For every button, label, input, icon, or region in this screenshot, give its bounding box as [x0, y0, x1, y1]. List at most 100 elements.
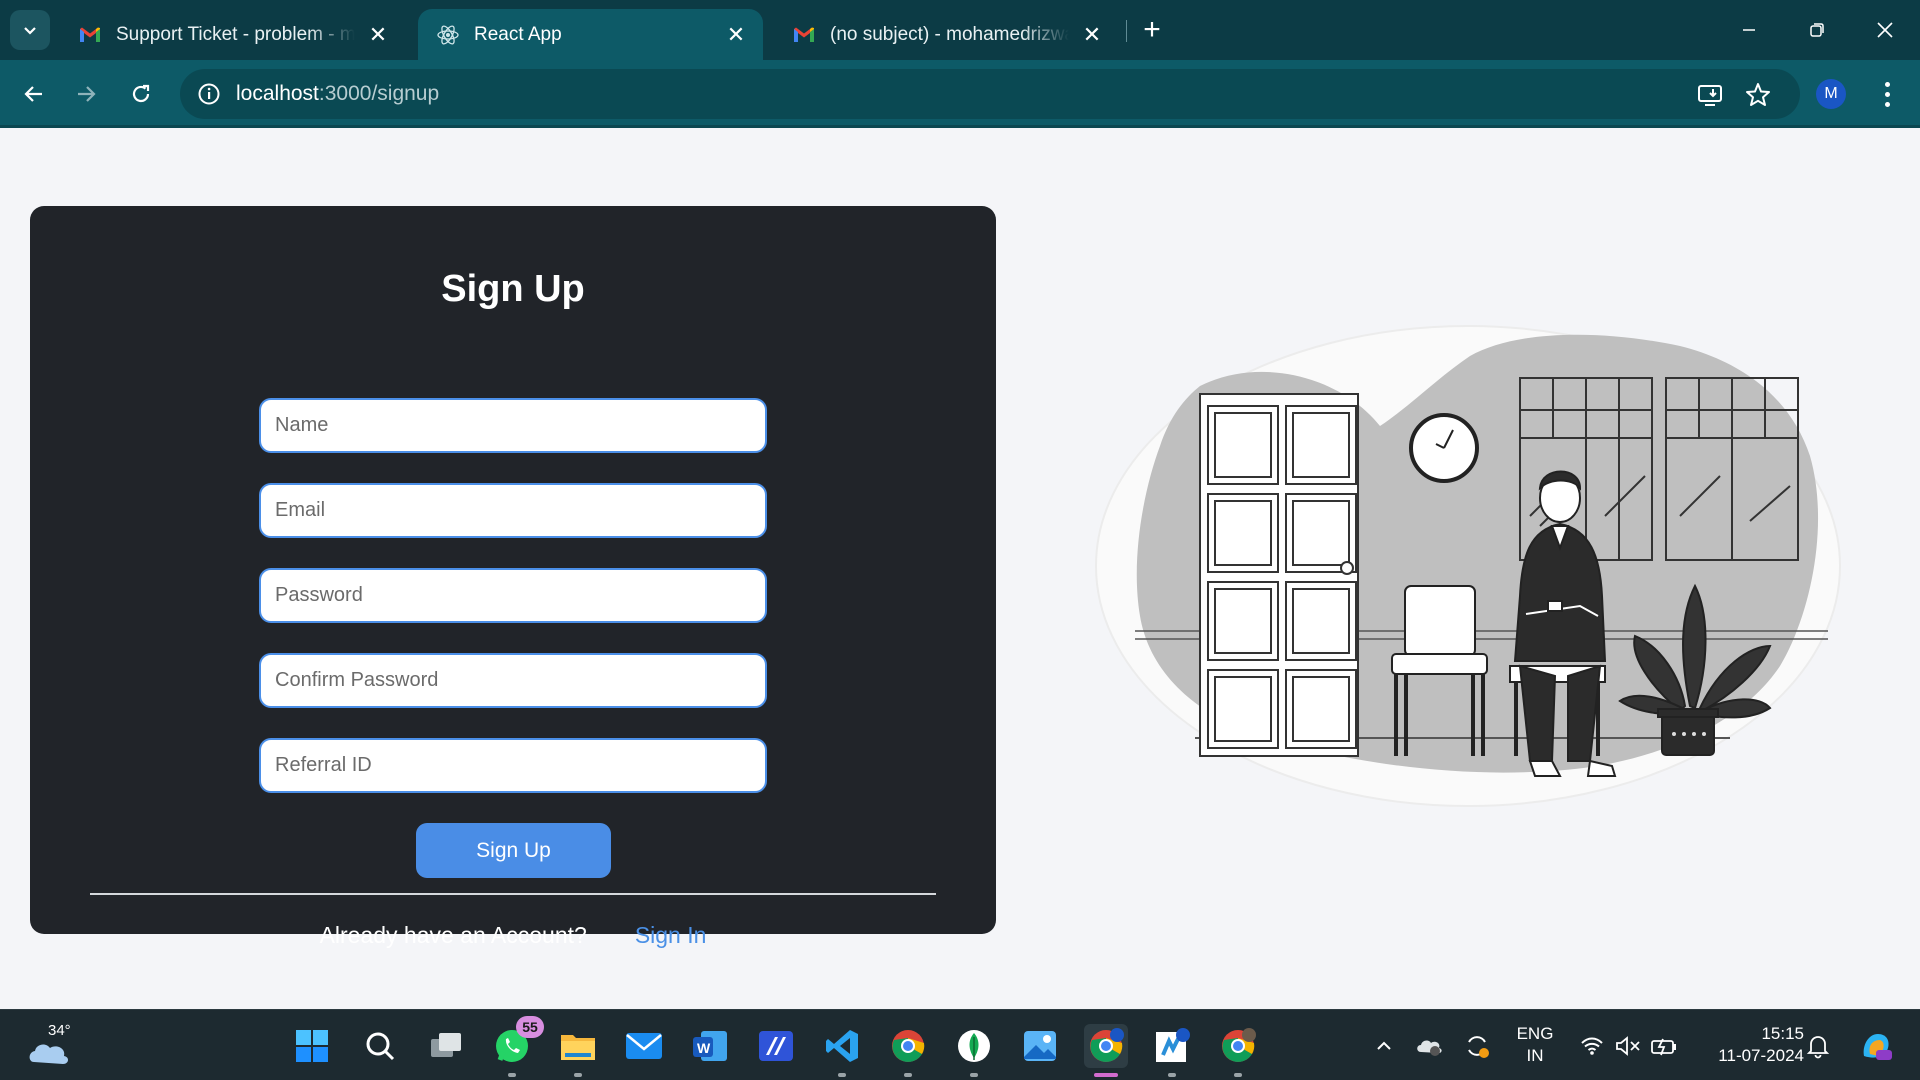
tab-search-button[interactable] [10, 10, 50, 50]
whatsapp-app[interactable]: 55 [490, 1016, 544, 1077]
browser-tab-strip: Support Ticket - problem - mohamedrizwan… [0, 0, 1920, 60]
sign-in-link[interactable]: Sign In [635, 922, 707, 949]
running-indicator [970, 1073, 978, 1077]
tab-title: (no subject) - mohamedrizwann [830, 23, 1069, 45]
notification-badge: 55 [516, 1016, 544, 1038]
running-indicator [1234, 1073, 1242, 1077]
arrow-right-icon [78, 86, 96, 102]
app-icon [1156, 1028, 1190, 1062]
battery-tray[interactable] [1650, 1032, 1678, 1060]
reload-button[interactable] [121, 74, 161, 114]
chrome-icon [1222, 1028, 1256, 1062]
refresh-sync-icon [1468, 1036, 1489, 1058]
chrome-icon [892, 1030, 925, 1062]
install-app-icon[interactable] [1696, 81, 1724, 109]
browser-toolbar: localhost:3000/signup M [0, 60, 1920, 128]
restore-icon [1810, 23, 1824, 37]
confirm-password-input[interactable] [259, 653, 767, 708]
close-icon [1877, 22, 1893, 38]
name-input[interactable] [259, 398, 767, 453]
folder-icon [561, 1035, 595, 1060]
chrome-app-2[interactable] [1084, 1024, 1128, 1077]
running-indicator [904, 1073, 912, 1077]
sign-up-button[interactable]: Sign Up [416, 823, 611, 878]
windows-start-icon [296, 1030, 328, 1062]
photos-icon [1024, 1031, 1056, 1061]
reload-icon [132, 84, 150, 103]
wifi-icon [1581, 1037, 1603, 1055]
word-app[interactable]: W [688, 1024, 732, 1068]
close-tab-icon[interactable]: ✕ [365, 22, 391, 48]
app-icon [759, 1031, 793, 1061]
profile-avatar[interactable]: M [1816, 79, 1846, 109]
mongodb-icon [958, 1030, 990, 1062]
browser-menu-icon[interactable] [1872, 76, 1902, 112]
taskbar-search-button[interactable] [358, 1024, 402, 1068]
cloud-icon [29, 1044, 69, 1064]
show-hidden-icons-button[interactable] [1370, 1032, 1398, 1060]
chrome-app-3[interactable] [1216, 1024, 1260, 1077]
tab-title: React App [474, 23, 562, 45]
minimize-button[interactable] [1726, 10, 1772, 50]
photos-app[interactable] [1018, 1024, 1062, 1068]
running-indicator [838, 1073, 846, 1077]
language-code: ENG [1516, 1024, 1554, 1043]
close-tab-icon[interactable]: ✕ [1079, 22, 1105, 48]
task-view-button[interactable] [424, 1024, 468, 1068]
clock-date: 11-07-2024 [1718, 1046, 1804, 1065]
minimize-icon [1743, 29, 1755, 31]
address-bar[interactable]: localhost:3000/signup [180, 69, 1800, 119]
back-button[interactable] [14, 74, 54, 114]
mongodb-app[interactable] [952, 1024, 996, 1077]
volume-tray[interactable] [1614, 1032, 1642, 1060]
pinned-app[interactable] [754, 1024, 798, 1068]
bell-icon [1806, 1036, 1830, 1059]
mail-app[interactable] [622, 1024, 666, 1068]
bookmark-star-icon[interactable] [1744, 81, 1772, 109]
clock[interactable]: 15:15 11-07-2024 [1692, 1023, 1804, 1067]
waiting-room-illustration [1095, 325, 1841, 807]
close-tab-icon[interactable]: ✕ [723, 22, 749, 48]
onedrive-tray[interactable] [1415, 1032, 1443, 1060]
sync-tray[interactable] [1463, 1032, 1491, 1060]
mail-icon [626, 1033, 662, 1059]
signin-prompt: Already have an Account? Sign In [30, 922, 996, 949]
windows-taskbar: 34° 55 W ENG IN 15:15 11-07-2024 [0, 1009, 1920, 1080]
tab-title: Support Ticket - problem - mohamedrizwan [116, 23, 355, 45]
url-text: localhost:3000/signup [236, 82, 439, 106]
signup-card: Sign Up Sign Up Already have an Account?… [30, 206, 996, 948]
referral-id-input[interactable] [259, 738, 767, 793]
chrome-icon [1090, 1028, 1124, 1062]
chevron-down-icon [24, 27, 36, 35]
page-title: Sign Up [441, 268, 585, 310]
pinned-app[interactable] [1150, 1024, 1194, 1077]
active-indicator [1094, 1073, 1118, 1077]
language-indicator[interactable]: ENG IN [1508, 1023, 1562, 1067]
battery-charging-icon [1651, 1038, 1676, 1056]
restore-button[interactable] [1794, 10, 1840, 50]
running-indicator [574, 1073, 582, 1077]
arrow-left-icon [24, 86, 42, 102]
email-input[interactable] [259, 483, 767, 538]
chrome-app-1[interactable] [886, 1024, 930, 1077]
tab-no-subject[interactable]: (no subject) - mohamedrizwann ✕ [774, 9, 1119, 60]
password-input[interactable] [259, 568, 767, 623]
wifi-tray[interactable] [1578, 1032, 1606, 1060]
copilot-icon [1863, 1034, 1892, 1060]
tab-react-app[interactable]: React App ✕ [418, 9, 763, 60]
running-indicator [508, 1073, 516, 1077]
account-question: Already have an Account? [319, 922, 587, 948]
notifications-button[interactable] [1804, 1032, 1832, 1060]
forward-button[interactable] [66, 74, 106, 114]
language-region: IN [1526, 1046, 1544, 1065]
tab-support-ticket[interactable]: Support Ticket - problem - mohamedrizwan… [60, 9, 405, 60]
file-explorer-app[interactable] [556, 1024, 600, 1077]
vscode-app[interactable] [820, 1024, 864, 1077]
weather-widget[interactable]: 34° [26, 1022, 72, 1070]
copilot-button[interactable] [1858, 1028, 1894, 1064]
info-icon[interactable] [196, 81, 222, 107]
close-window-button[interactable] [1862, 10, 1908, 50]
gmail-icon [794, 27, 814, 42]
start-button[interactable] [290, 1024, 334, 1068]
new-tab-button[interactable]: + [1136, 13, 1168, 46]
